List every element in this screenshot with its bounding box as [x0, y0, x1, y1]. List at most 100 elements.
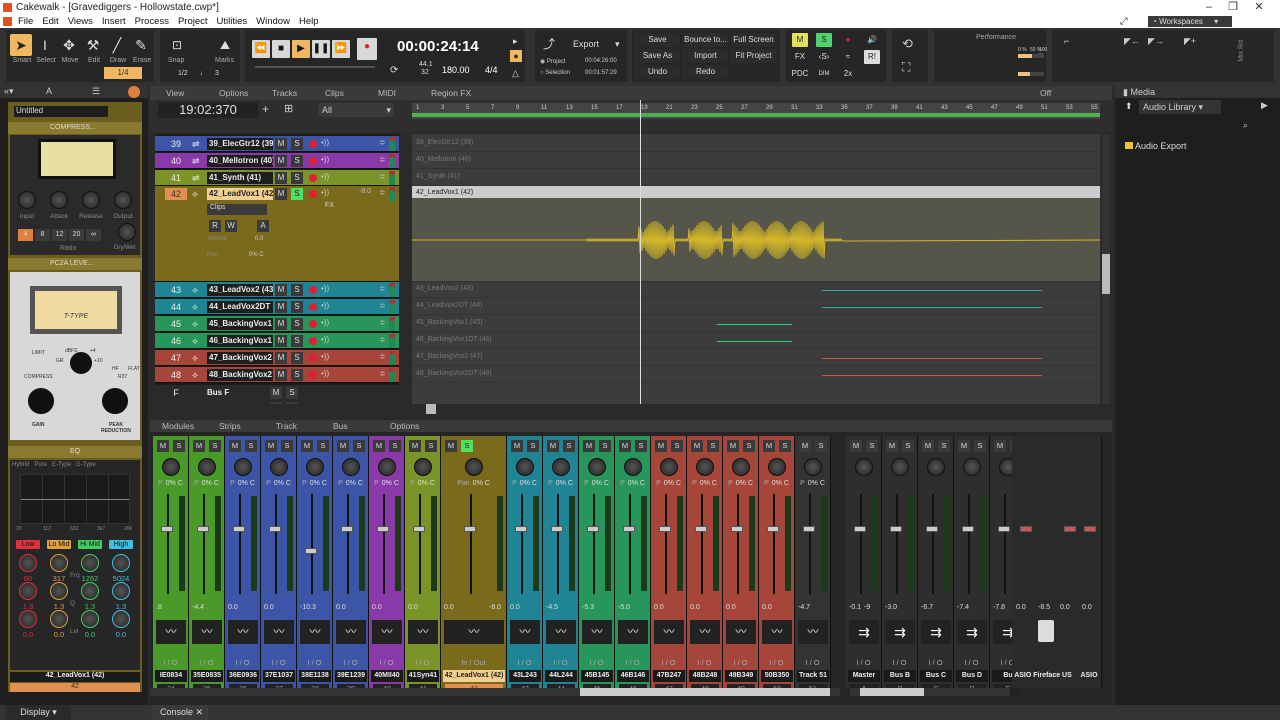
track-name[interactable]: 41_Synth (41) [207, 172, 273, 184]
track-menu-icon[interactable]: ≑ [379, 318, 386, 327]
strip-name[interactable]: 37E1037 [263, 670, 295, 682]
volume-fader[interactable] [731, 526, 743, 532]
channel-strip[interactable]: MSP0% C0.0〰I / O40MII4040 [369, 436, 405, 695]
pan-knob[interactable] [804, 458, 822, 476]
mute-button[interactable]: M [337, 440, 349, 452]
volume-fader[interactable] [377, 526, 389, 532]
track-name[interactable]: 39_ElecGtr12 (39) [207, 138, 273, 150]
track-template-icon[interactable]: ⊞ [284, 102, 293, 115]
io-label[interactable]: I / O [615, 658, 650, 667]
volume-value[interactable]: 0.0 [255, 236, 263, 242]
eq-frq-knob[interactable] [50, 554, 68, 572]
project-radio[interactable]: ◉ Project [540, 58, 566, 65]
volume-fader[interactable] [464, 526, 476, 532]
display-tab[interactable]: Display ▾ [6, 705, 71, 720]
mute-button[interactable]: M [373, 440, 385, 452]
io-label[interactable]: I / O [369, 658, 404, 667]
menu-insert[interactable]: Insert [102, 16, 126, 27]
r-automation-button[interactable]: R [209, 220, 221, 232]
track-name[interactable]: 43_LeadVox2 (43) [207, 284, 273, 296]
ratio-3-button[interactable]: 20 [69, 229, 84, 241]
pan-knob[interactable] [162, 458, 180, 476]
ratio-2-button[interactable]: 12 [52, 229, 67, 241]
record-arm-button[interactable] [309, 190, 317, 198]
eq-q-knob[interactable] [19, 582, 37, 600]
volume-fader[interactable] [161, 526, 173, 532]
mute-button[interactable]: M [275, 335, 287, 347]
menu-views[interactable]: Views [68, 16, 93, 27]
list-icon[interactable]: ☰ [92, 86, 100, 97]
input-echo-icon[interactable]: •)) [321, 318, 329, 327]
io-label[interactable]: I / O [153, 658, 188, 667]
track-name[interactable]: 45_BackingVox1 [207, 318, 273, 330]
track-48[interactable]: 48 ⟡ 48_BackingVox2 M S •)) ≑ [155, 367, 399, 383]
solo-button[interactable]: S [635, 440, 647, 452]
automation-a-button[interactable]: A [257, 220, 269, 232]
eq-frq-knob[interactable] [81, 554, 99, 572]
ratio-4-button[interactable]: ∞ [86, 229, 101, 241]
action-fit-project[interactable]: Fit Project [731, 49, 776, 63]
pan-knob[interactable] [552, 458, 570, 476]
input-knob[interactable] [18, 191, 36, 209]
solo-button[interactable]: S [938, 440, 950, 452]
io-label[interactable]: I / O [225, 658, 260, 667]
trackview-menu-view[interactable]: View [166, 86, 184, 100]
mix-recall-label[interactable]: Mix Rd [1238, 40, 1245, 62]
track-level[interactable]: -8.0 [359, 188, 371, 195]
inspector-track-name[interactable]: 42_LeadVox1 (42) [10, 672, 140, 682]
channel-strip[interactable]: MSP0% C0.0〰I / O47B24747 [651, 436, 687, 695]
solo-button[interactable]: S [389, 440, 401, 452]
global-record-icon[interactable]: ● [840, 33, 856, 47]
strip-name[interactable]: 39E1239 [335, 670, 367, 682]
position-slider[interactable] [255, 66, 375, 68]
chevron-down-icon[interactable]: ▾ [615, 39, 620, 50]
strip-name[interactable]: 49B349 [725, 670, 757, 682]
io-label[interactable]: I / O [687, 658, 722, 667]
io-label[interactable]: I / O [333, 658, 368, 667]
trackview-menu-midi[interactable]: MIDI [378, 86, 396, 100]
smart-tool-icon[interactable]: ➤ [10, 34, 32, 56]
pan-knob[interactable] [378, 458, 396, 476]
power-icon[interactable] [128, 86, 140, 98]
font-icon[interactable]: A [46, 86, 52, 96]
loop-toggle-icon[interactable]: ⟲ [902, 36, 913, 52]
solo-button[interactable]: S [291, 138, 303, 150]
edit-tool-icon[interactable]: ⚒ [82, 34, 104, 56]
mute-button[interactable]: M [229, 440, 241, 452]
input-echo-icon[interactable]: •)) [321, 301, 329, 310]
time-signature[interactable]: 4/4 [485, 65, 498, 75]
track-menu-icon[interactable]: ≑ [379, 172, 386, 181]
eq-q-knob[interactable] [112, 582, 130, 600]
selection-radio[interactable]: ○ Selection [540, 70, 570, 76]
fit-icon[interactable]: ⛶ [902, 60, 910, 75]
strip-name[interactable]: Bus D [956, 670, 988, 682]
volume-fader[interactable] [341, 526, 353, 532]
add-track-button[interactable]: + [262, 102, 269, 116]
mute-button[interactable]: M [583, 440, 595, 452]
console-menu-modules[interactable]: Modules [162, 419, 194, 433]
trackview-menu-tracks[interactable]: Tracks [272, 86, 297, 100]
channel-strip[interactable]: MSP0% C-4.7〰I / OTrack 5151 [795, 436, 831, 695]
record-arm-button[interactable] [309, 371, 317, 379]
input-echo-icon[interactable]: •)) [321, 284, 329, 293]
track-vscrollbar[interactable] [1102, 134, 1110, 404]
fx-bin[interactable]: FX [325, 202, 334, 209]
mute-button[interactable]: M [799, 440, 811, 452]
play-preview-icon[interactable]: ▶ [1261, 100, 1268, 111]
global-mute-button[interactable]: M [792, 33, 808, 47]
track-menu-icon[interactable]: ≑ [379, 335, 386, 344]
pdc-button[interactable]: PDC [790, 67, 810, 81]
eq-q-knob[interactable] [50, 582, 68, 600]
strip-name[interactable]: IE0834 [155, 670, 187, 682]
eq-q-knob[interactable] [81, 582, 99, 600]
action-bounce-to-[interactable]: Bounce to... [683, 33, 728, 47]
time-display[interactable]: 00:00:24:14 [397, 38, 479, 55]
pan-knob[interactable] [198, 458, 216, 476]
solo-button[interactable]: S [291, 352, 303, 364]
mute-button[interactable]: M [265, 440, 277, 452]
track-lane[interactable]: 40_Mellotron (40) [412, 153, 1100, 169]
close-button[interactable]: ✕ [1252, 0, 1266, 15]
menu-utilities[interactable]: Utilities [217, 16, 248, 27]
next-icon[interactable]: ▸ [513, 36, 518, 47]
trackview-menu-options[interactable]: Options [219, 86, 248, 100]
